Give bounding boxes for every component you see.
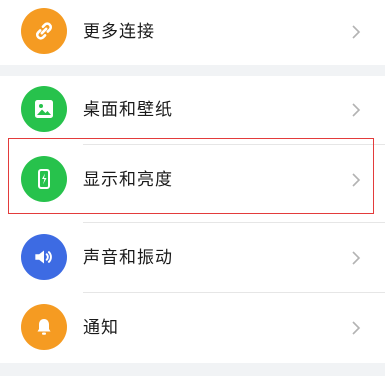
settings-item-desktop-wallpaper[interactable]: 桌面和壁纸	[0, 76, 385, 144]
chevron-right-icon	[352, 321, 361, 335]
settings-item-label: 通知	[83, 318, 119, 338]
bell-icon	[21, 304, 67, 350]
wallpaper-image-icon	[21, 86, 67, 132]
chevron-right-icon	[352, 103, 361, 117]
settings-card-connections: 更多连接	[0, 0, 385, 65]
settings-item-label: 桌面和壁纸	[83, 100, 173, 120]
settings-item-notifications[interactable]: 通知	[0, 293, 385, 361]
settings-card-personalization: 桌面和壁纸 显示和亮度 声音和振动 通知	[0, 76, 385, 363]
phone-brightness-icon	[21, 156, 67, 202]
link-icon	[21, 8, 67, 54]
settings-item-label: 显示和亮度	[83, 170, 173, 190]
settings-item-label: 更多连接	[83, 22, 155, 42]
chevron-right-icon	[352, 173, 361, 187]
speaker-icon	[21, 234, 67, 280]
chevron-right-icon	[352, 25, 361, 39]
chevron-right-icon	[352, 251, 361, 265]
settings-item-label: 声音和振动	[83, 248, 173, 268]
settings-item-more-connections[interactable]: 更多连接	[0, 0, 385, 66]
settings-item-display-brightness[interactable]: 显示和亮度	[0, 145, 385, 213]
settings-item-sound-vibration[interactable]: 声音和振动	[0, 223, 385, 291]
